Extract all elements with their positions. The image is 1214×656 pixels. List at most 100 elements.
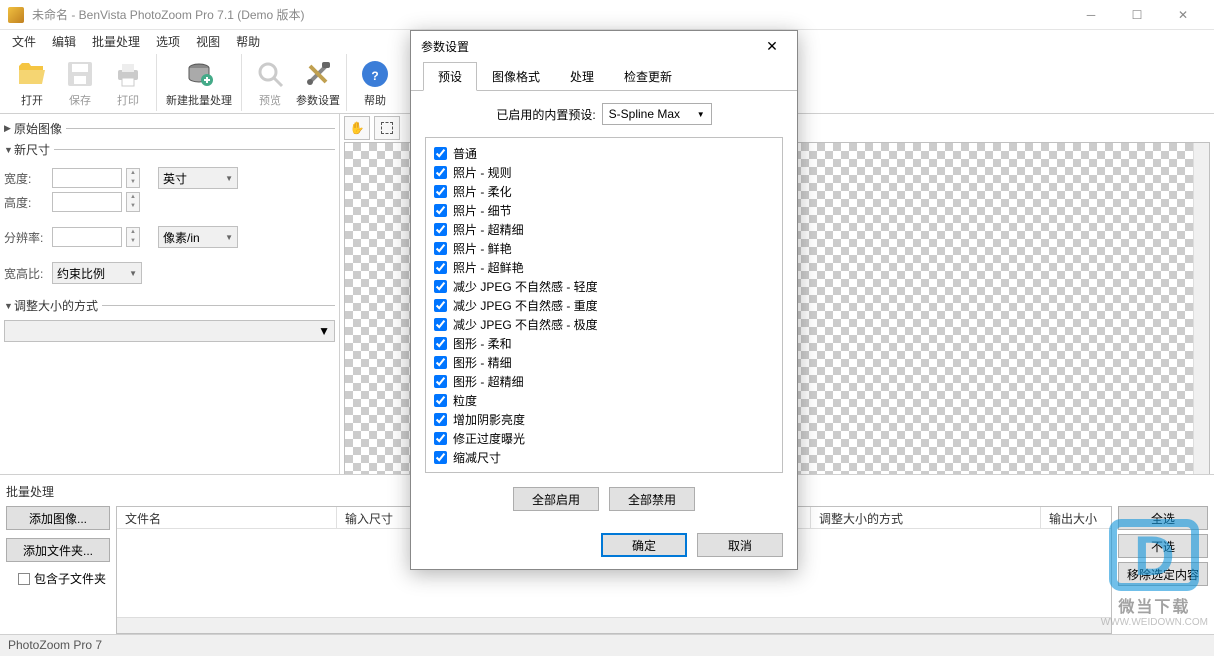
preset-checkbox[interactable] xyxy=(434,413,447,426)
resize-method-select[interactable]: ▼ xyxy=(4,320,335,342)
menu-batch[interactable]: 批量处理 xyxy=(84,31,148,52)
preset-label: 照片 - 鲜艳 xyxy=(453,240,512,257)
save-button[interactable]: 保存 xyxy=(56,54,104,111)
col-filename[interactable]: 文件名 xyxy=(117,507,337,528)
cancel-button[interactable]: 取消 xyxy=(697,533,783,557)
settings-button[interactable]: 参数设置 xyxy=(294,54,342,111)
preset-item[interactable]: 照片 - 规则 xyxy=(434,163,774,182)
help-button[interactable]: ? 帮助 xyxy=(351,54,399,111)
preset-item[interactable]: 照片 - 柔化 xyxy=(434,182,774,201)
dialog-close-button[interactable]: ✕ xyxy=(757,31,787,61)
preset-checkbox[interactable] xyxy=(434,356,447,369)
preset-checkbox[interactable] xyxy=(434,166,447,179)
print-icon xyxy=(112,58,144,90)
preview-icon xyxy=(254,58,286,90)
close-button[interactable]: ✕ xyxy=(1160,0,1206,30)
tab-process[interactable]: 处理 xyxy=(555,62,609,91)
preset-item[interactable]: 普通 xyxy=(434,144,774,163)
preset-item[interactable]: 照片 - 鲜艳 xyxy=(434,239,774,258)
preset-label: 照片 - 超鲜艳 xyxy=(453,259,524,276)
preset-label: 照片 - 超精细 xyxy=(453,221,524,238)
disable-all-button[interactable]: 全部禁用 xyxy=(609,487,695,511)
menu-help[interactable]: 帮助 xyxy=(228,31,268,52)
preset-list[interactable]: 普通照片 - 规则照片 - 柔化照片 - 细节照片 - 超精细照片 - 鲜艳照片… xyxy=(425,137,783,473)
unit-select-wh[interactable]: 英寸▼ xyxy=(158,167,238,189)
preset-label: 修正过度曝光 xyxy=(453,430,525,447)
select-all-button[interactable]: 全选 xyxy=(1118,506,1208,530)
hand-icon: ✋ xyxy=(350,121,365,135)
preset-item[interactable]: 照片 - 超精细 xyxy=(434,220,774,239)
add-folder-button[interactable]: 添加文件夹... xyxy=(6,538,110,562)
ok-button[interactable]: 确定 xyxy=(601,533,687,557)
hand-tool[interactable]: ✋ xyxy=(344,116,370,140)
height-spinner[interactable]: ▲▼ xyxy=(126,192,140,212)
preview-button[interactable]: 预览 xyxy=(246,54,294,111)
preset-checkbox[interactable] xyxy=(434,185,447,198)
col-resize-method[interactable]: 调整大小的方式 xyxy=(811,507,1041,528)
menu-view[interactable]: 视图 xyxy=(188,31,228,52)
preset-checkbox[interactable] xyxy=(434,147,447,160)
remove-selected-button[interactable]: 移除选定内容 xyxy=(1118,562,1208,586)
preset-checkbox[interactable] xyxy=(434,432,447,445)
section-original[interactable]: ▶ 原始图像 xyxy=(4,118,335,139)
menu-edit[interactable]: 编辑 xyxy=(44,31,84,52)
preset-checkbox[interactable] xyxy=(434,223,447,236)
marquee-tool[interactable] xyxy=(374,116,400,140)
preset-item[interactable]: 修正过度曝光 xyxy=(434,429,774,448)
preset-checkbox[interactable] xyxy=(434,299,447,312)
tab-update[interactable]: 检查更新 xyxy=(609,62,687,91)
table-scrollbar[interactable] xyxy=(117,617,1111,633)
preset-item[interactable]: 图形 - 柔和 xyxy=(434,334,774,353)
col-output-size[interactable]: 输出大小 xyxy=(1041,507,1111,528)
tab-preset[interactable]: 预设 xyxy=(423,62,477,91)
width-input[interactable] xyxy=(52,168,122,188)
preset-item[interactable]: 减少 JPEG 不自然感 - 轻度 xyxy=(434,277,774,296)
select-none-button[interactable]: 不选 xyxy=(1118,534,1208,558)
preset-item[interactable]: 粒度 xyxy=(434,391,774,410)
aspect-label: 宽高比: xyxy=(4,265,48,282)
resolution-spinner[interactable]: ▲▼ xyxy=(126,227,140,247)
tab-format[interactable]: 图像格式 xyxy=(477,62,555,91)
height-label: 高度: xyxy=(4,194,48,211)
preset-item[interactable]: 图形 - 超精细 xyxy=(434,372,774,391)
section-resize-method[interactable]: ▼ 调整大小的方式 xyxy=(4,295,335,316)
preset-checkbox[interactable] xyxy=(434,242,447,255)
preset-checkbox[interactable] xyxy=(434,280,447,293)
unit-res-label: 像素/in xyxy=(163,229,200,246)
menu-options[interactable]: 选项 xyxy=(148,31,188,52)
preset-checkbox[interactable] xyxy=(434,337,447,350)
add-image-button[interactable]: 添加图像... xyxy=(6,506,110,530)
aspect-select[interactable]: 约束比例▼ xyxy=(52,262,142,284)
print-button[interactable]: 打印 xyxy=(104,54,152,111)
width-spinner[interactable]: ▲▼ xyxy=(126,168,140,188)
preset-checkbox[interactable] xyxy=(434,394,447,407)
builtin-preset-select[interactable]: S-Spline Max ▼ xyxy=(602,103,712,125)
open-button[interactable]: 打开 xyxy=(8,54,56,111)
unit-select-res[interactable]: 像素/in▼ xyxy=(158,226,238,248)
preset-item[interactable]: 减少 JPEG 不自然感 - 极度 xyxy=(434,315,774,334)
preset-checkbox[interactable] xyxy=(434,204,447,217)
preset-checkbox[interactable] xyxy=(434,318,447,331)
minimize-button[interactable]: ─ xyxy=(1068,0,1114,30)
dialog-titlebar: 参数设置 ✕ xyxy=(411,31,797,61)
preset-checkbox[interactable] xyxy=(434,261,447,274)
preset-item[interactable]: 减少 JPEG 不自然感 - 重度 xyxy=(434,296,774,315)
preset-item[interactable]: 缩减尺寸 xyxy=(434,448,774,467)
enable-all-button[interactable]: 全部启用 xyxy=(513,487,599,511)
section-new-size-label: 新尺寸 xyxy=(14,141,50,158)
height-input[interactable] xyxy=(52,192,122,212)
maximize-button[interactable]: ☐ xyxy=(1114,0,1160,30)
preset-item[interactable]: 增加阴影亮度 xyxy=(434,410,774,429)
help-label: 帮助 xyxy=(364,92,386,108)
menu-file[interactable]: 文件 xyxy=(4,31,44,52)
section-new-size[interactable]: ▼ 新尺寸 xyxy=(4,139,335,160)
preset-item[interactable]: 照片 - 超鲜艳 xyxy=(434,258,774,277)
preset-checkbox[interactable] xyxy=(434,375,447,388)
checkbox-icon xyxy=(18,573,30,585)
preset-item[interactable]: 图形 - 精细 xyxy=(434,353,774,372)
preset-checkbox[interactable] xyxy=(434,451,447,464)
include-subfolder-check[interactable]: 包含子文件夹 xyxy=(6,570,110,587)
new-batch-button[interactable]: 新建批量处理 xyxy=(161,54,237,111)
preset-item[interactable]: 照片 - 细节 xyxy=(434,201,774,220)
resolution-input[interactable] xyxy=(52,227,122,247)
